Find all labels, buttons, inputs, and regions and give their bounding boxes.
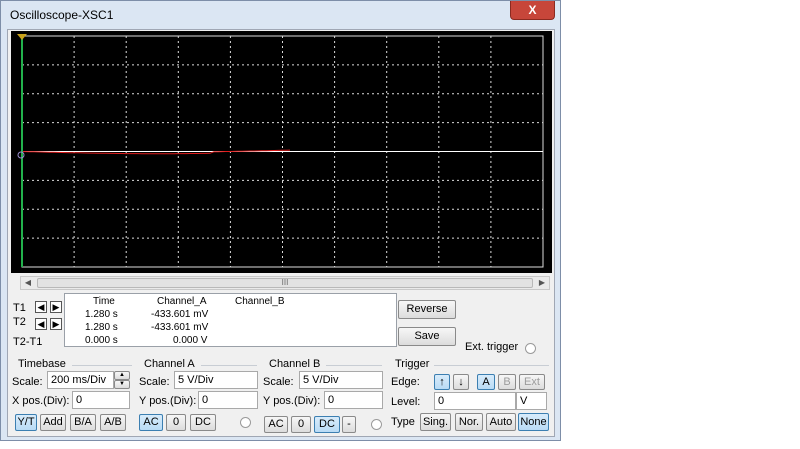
trigger-source-b-button[interactable]: B xyxy=(498,374,516,390)
cursor-t2-label: T2 xyxy=(13,316,26,328)
t2-left-arrow-icon[interactable]: ◀ xyxy=(35,318,47,330)
horizontal-scrollbar[interactable]: ◀ III ▶ xyxy=(20,276,550,290)
readout-t2-time: 1.280 s xyxy=(85,322,118,333)
timebase-group-line xyxy=(72,365,132,366)
readout-header-time: Time xyxy=(93,296,115,307)
t1-right-arrow-icon[interactable]: ▶ xyxy=(50,301,62,313)
trigger-level-label: Level: xyxy=(391,396,421,408)
trigger-edge-label: Edge: xyxy=(391,376,420,388)
timebase-xpos-input[interactable]: 0 xyxy=(72,391,130,409)
trigger-type-auto-button[interactable]: Auto xyxy=(486,413,516,431)
readout-diff-channel-a: 0.000 V xyxy=(173,335,208,346)
scroll-left-arrow-icon[interactable]: ◀ xyxy=(21,277,35,289)
timebase-xpos-label: X pos.(Div): xyxy=(12,395,70,407)
save-button[interactable]: Save xyxy=(398,327,456,346)
cursor-t1-label: T1 xyxy=(13,302,26,314)
channel-a-ypos-label: Y pos.(Div): xyxy=(139,395,197,407)
cursor-diff-label: T2-T1 xyxy=(13,336,43,348)
trigger-level-input[interactable]: 0 xyxy=(434,392,516,410)
readout-header-channel-b: Channel_B xyxy=(235,296,285,307)
readout-header-channel-a: Channel_A xyxy=(157,296,207,307)
timebase-scale-label: Scale: xyxy=(12,376,43,388)
scope-screen[interactable] xyxy=(11,31,552,273)
channel-b-ypos-input[interactable]: 0 xyxy=(324,391,383,409)
channel-a-radio[interactable] xyxy=(240,417,251,428)
title-bar[interactable]: Oscilloscope-XSC1 X xyxy=(1,1,560,29)
mode-ba-button[interactable]: B/A xyxy=(70,414,96,431)
scroll-right-arrow-icon[interactable]: ▶ xyxy=(535,277,549,289)
channel-a-scale-input[interactable]: 5 V/Div xyxy=(174,371,258,389)
close-button[interactable]: X xyxy=(510,1,555,20)
trigger-group-line xyxy=(434,365,549,366)
trigger-type-single-button[interactable]: Sing. xyxy=(420,413,451,431)
trigger-falling-edge-icon[interactable]: ↓ xyxy=(453,374,469,390)
trigger-type-normal-button[interactable]: Nor. xyxy=(455,413,483,431)
channel-b-invert-button[interactable]: - xyxy=(342,416,356,433)
channel-b-zero-button[interactable]: 0 xyxy=(291,416,311,433)
channel-a-dc-button[interactable]: DC xyxy=(190,414,216,431)
cursor-t1-handle-icon[interactable] xyxy=(17,34,27,40)
trigger-level-unit[interactable]: V xyxy=(516,392,547,410)
ext-trigger-radio[interactable] xyxy=(525,343,536,354)
cursor-readout-table: Time Channel_A Channel_B 1.280 s -433.60… xyxy=(64,293,397,347)
channel-a-zero-button[interactable]: 0 xyxy=(166,414,186,431)
timebase-scale-input[interactable]: 200 ms/Div xyxy=(47,371,114,389)
oscilloscope-window: Oscilloscope-XSC1 X ◀ III ▶ T1 ◀ ▶ T2 ◀ … xyxy=(0,0,561,441)
timebase-scale-down-icon[interactable]: ▼ xyxy=(114,380,130,389)
scroll-thumb[interactable]: III xyxy=(37,278,533,288)
trigger-title: Trigger xyxy=(395,358,430,370)
trigger-source-a-button[interactable]: A xyxy=(477,374,495,390)
readout-t2-channel-a: -433.601 mV xyxy=(151,322,209,333)
channel-a-group-line xyxy=(201,365,257,366)
channel-b-title: Channel B xyxy=(269,358,321,370)
ext-trigger-label: Ext. trigger xyxy=(465,341,519,353)
readout-t1-time: 1.280 s xyxy=(85,309,118,320)
scope-plot xyxy=(17,34,544,268)
mode-add-button[interactable]: Add xyxy=(40,414,66,431)
reverse-button[interactable]: Reverse xyxy=(398,300,456,319)
channel-b-dc-button[interactable]: DC xyxy=(314,416,340,433)
mode-yt-button[interactable]: Y/T xyxy=(15,414,37,431)
trigger-type-label: Type xyxy=(391,416,415,428)
timebase-title: Timebase xyxy=(18,358,66,370)
mode-ab-button[interactable]: A/B xyxy=(100,414,126,431)
channel-a-ac-button[interactable]: AC xyxy=(139,414,163,431)
timebase-scale-up-icon[interactable]: ▲ xyxy=(114,371,130,380)
readout-diff-time: 0.000 s xyxy=(85,335,118,346)
channel-b-ypos-label: Y pos.(Div): xyxy=(263,395,321,407)
channel-a-title: Channel A xyxy=(144,358,195,370)
trigger-rising-edge-icon[interactable]: ↑ xyxy=(434,374,450,390)
t2-right-arrow-icon[interactable]: ▶ xyxy=(50,318,62,330)
channel-b-ac-button[interactable]: AC xyxy=(264,416,288,433)
channel-b-scale-label: Scale: xyxy=(263,376,294,388)
channel-b-scale-input[interactable]: 5 V/Div xyxy=(299,371,383,389)
window-title: Oscilloscope-XSC1 xyxy=(10,8,114,22)
channel-a-ypos-input[interactable]: 0 xyxy=(198,391,258,409)
client-area: ◀ III ▶ T1 ◀ ▶ T2 ◀ ▶ T2-T1 Time Channel… xyxy=(7,29,555,437)
trigger-type-none-button[interactable]: None xyxy=(518,413,549,431)
channel-a-scale-label: Scale: xyxy=(139,376,170,388)
t1-left-arrow-icon[interactable]: ◀ xyxy=(35,301,47,313)
trigger-source-ext-button[interactable]: Ext xyxy=(519,374,545,390)
channel-b-group-line xyxy=(326,365,382,366)
channel-b-radio[interactable] xyxy=(371,419,382,430)
readout-t1-channel-a: -433.601 mV xyxy=(151,309,209,320)
